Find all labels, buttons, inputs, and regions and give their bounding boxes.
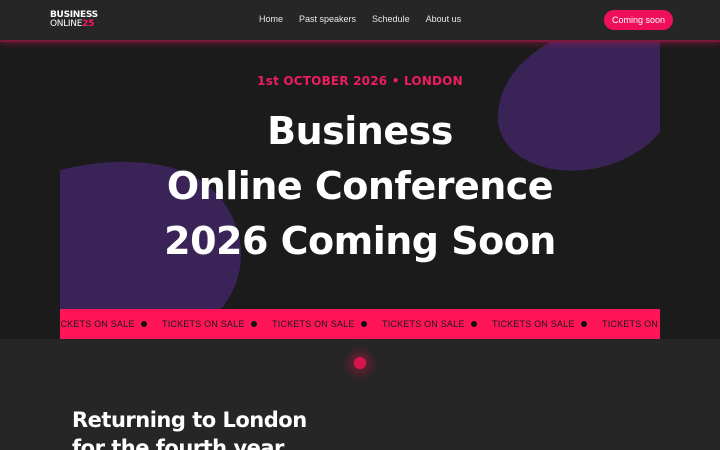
hero-title-line-3: 2026 Coming Soon [164,219,556,263]
site-logo[interactable]: BUSINESS ONLINE25 [50,11,106,29]
ticker-item: TICKETS ON SALE [602,319,660,329]
nav-home[interactable]: Home [259,14,283,24]
logo-year: 25 [82,19,95,29]
logo-line-online: ONLINE25 [50,20,106,29]
ticker-item: TICKETS ON SALE [492,319,575,329]
ticker-track: TICKETS ON SALE TICKETS ON SALE TICKETS … [60,309,660,339]
section-heading-line-1: Returning to London [72,408,307,432]
ticker-item: TICKETS ON SALE [60,319,135,329]
dot-icon [361,321,367,327]
ticker-item: TICKETS ON SALE [162,319,245,329]
event-date-location: 1st OCTOBER 2026 • LONDON [257,74,463,88]
glow-dot-icon [354,357,366,369]
dot-icon [251,321,257,327]
dot-icon [141,321,147,327]
nav-past-speakers[interactable]: Past speakers [299,14,356,24]
ticker-item: TICKETS ON SALE [382,319,465,329]
coming-soon-button[interactable]: Coming soon [604,10,673,30]
hero-title: Business Online Conference 2026 Coming S… [60,104,660,269]
section-heading-line-2: for the fourth year [72,436,284,450]
hero-title-line-1: Business [267,109,453,153]
dot-icon [471,321,477,327]
hero-title-line-2: Online Conference [166,164,554,208]
main-nav: Home Past speakers Schedule About us [259,14,477,24]
dot-icon [581,321,587,327]
section-heading: Returning to London for the fourth year [72,406,307,450]
nav-schedule[interactable]: Schedule [372,14,410,24]
page: BUSINESS ONLINE25 Home Past speakers Sch… [0,0,720,450]
hero-section: 1st OCTOBER 2026 • LONDON Business Onlin… [60,42,660,339]
ticker-item: TICKETS ON SALE [272,319,355,329]
tickets-ticker: TICKETS ON SALE TICKETS ON SALE TICKETS … [60,309,660,339]
site-header: BUSINESS ONLINE25 Home Past speakers Sch… [0,0,720,42]
nav-about-us[interactable]: About us [426,14,462,24]
logo-online-text: ONLINE [50,19,83,29]
